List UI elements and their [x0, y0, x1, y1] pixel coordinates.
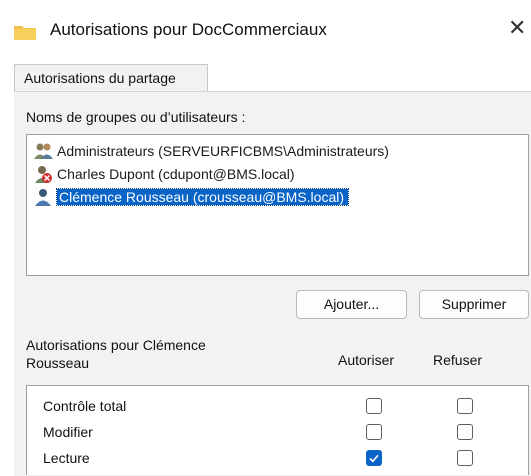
- add-button[interactable]: Ajouter...: [296, 290, 407, 319]
- list-item-text: Clémence Rousseau (crousseau@BMS.local): [56, 188, 349, 206]
- list-item[interactable]: Charles Dupont (cdupont@BMS.local): [33, 164, 498, 184]
- tab-label: Autorisations du partage: [24, 70, 176, 86]
- list-item-selected[interactable]: Clémence Rousseau (crousseau@BMS.local): [33, 187, 498, 207]
- tab-share-permissions[interactable]: Autorisations du partage: [14, 64, 208, 91]
- group-icon: [34, 143, 53, 159]
- deny-modify-checkbox[interactable]: [457, 424, 473, 440]
- permission-full-control: Contrôle total: [43, 398, 127, 414]
- deny-column-header: Refuser: [433, 352, 483, 368]
- permissions-label-line2: Rousseau: [26, 355, 90, 371]
- folder-icon: [14, 26, 36, 40]
- permissions-table: Contrôle total Modifier Lecture: [26, 385, 529, 475]
- checkmark-icon: [369, 454, 379, 463]
- users-label: Noms de groupes ou d’utilisateurs :: [26, 109, 246, 125]
- permission-read: Lecture: [43, 450, 90, 466]
- allow-full-control-checkbox[interactable]: [366, 398, 382, 414]
- remove-button[interactable]: Supprimer: [419, 290, 529, 319]
- list-item-text: Administrateurs (SERVEURFICBMS\Administr…: [57, 143, 389, 159]
- window-title: Autorisations pour DocCommerciaux: [50, 20, 327, 39]
- allow-read-checkbox[interactable]: [366, 450, 382, 466]
- user-disabled-icon: [35, 166, 52, 183]
- title-bar: Autorisations pour DocCommerciaux ✕: [0, 0, 531, 62]
- allow-modify-checkbox[interactable]: [366, 424, 382, 440]
- users-listbox[interactable]: Administrateurs (SERVEURFICBMS\Administr…: [26, 134, 529, 276]
- permission-modify: Modifier: [43, 424, 93, 440]
- deny-full-control-checkbox[interactable]: [457, 398, 473, 414]
- permissions-label-line1: Autorisations pour Clémence: [26, 337, 206, 353]
- list-item-text: Charles Dupont (cdupont@BMS.local): [57, 166, 295, 182]
- allow-column-header: Autoriser: [338, 352, 395, 368]
- deny-read-checkbox[interactable]: [457, 450, 473, 466]
- close-icon[interactable]: ✕: [508, 16, 526, 40]
- list-item[interactable]: Administrateurs (SERVEURFICBMS\Administr…: [33, 141, 498, 161]
- user-icon: [35, 189, 51, 206]
